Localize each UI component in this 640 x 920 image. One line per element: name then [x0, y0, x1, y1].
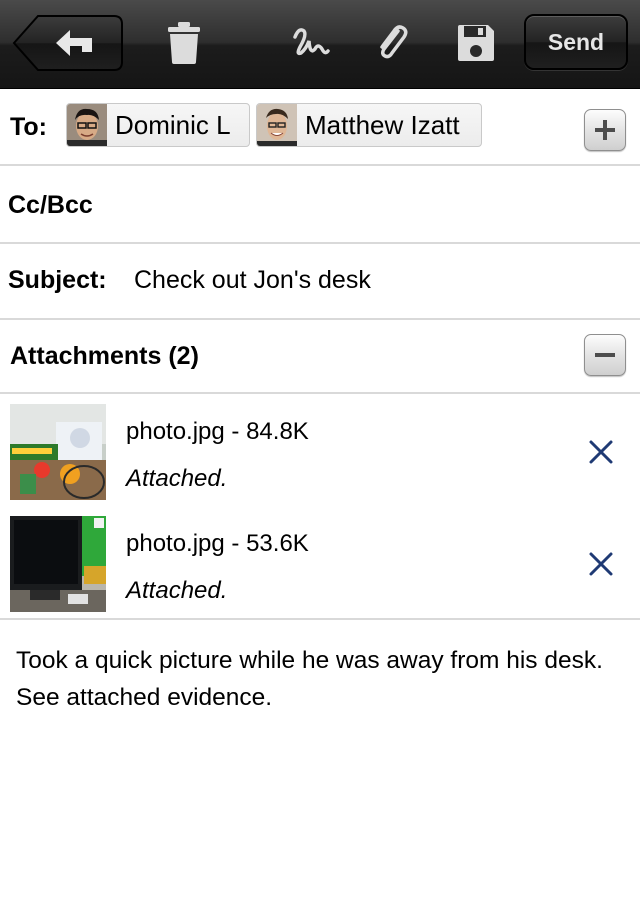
attachments-label: Attachments (2) [10, 342, 199, 370]
attachment-filename: photo.jpg - 84.8K [126, 418, 309, 445]
compose-toolbar: Send [0, 0, 640, 89]
add-recipient-button[interactable] [584, 109, 626, 151]
cc-bcc-label: Cc/Bcc [8, 191, 93, 219]
attachment-thumbnail[interactable] [10, 516, 106, 612]
to-row: To: Dominic L Matthew Izatt [0, 89, 640, 166]
avatar [67, 104, 107, 146]
save-draft-button[interactable] [454, 20, 498, 66]
attachments-header: Attachments (2) [0, 320, 640, 394]
attachment-status: Attached. [126, 465, 228, 492]
attachment-item: photo.jpg - 53.6K Attached. [0, 506, 640, 618]
subject-field[interactable]: Check out Jon's desk [134, 266, 371, 295]
collapse-attachments-button[interactable] [584, 334, 626, 376]
delete-button[interactable] [162, 20, 206, 66]
recipient-chip[interactable]: Dominic L [66, 103, 250, 147]
recipient-name: Matthew Izatt [305, 109, 460, 140]
minus-icon [595, 353, 615, 357]
close-x-icon [589, 440, 613, 464]
attachment-thumbnail[interactable] [10, 404, 106, 500]
remove-attachment-button[interactable] [588, 439, 614, 465]
reply-arrow-icon [12, 15, 123, 71]
avatar [257, 104, 297, 146]
attachment-list: photo.jpg - 84.8K Attached. photo.jpg - … [0, 394, 640, 620]
remove-attachment-button[interactable] [588, 551, 614, 577]
paperclip-icon [380, 25, 408, 59]
signature-button[interactable] [288, 20, 332, 66]
attachment-filename: photo.jpg - 53.6K [126, 530, 309, 557]
back-button[interactable] [12, 14, 124, 72]
trash-icon [168, 22, 200, 64]
send-button[interactable]: Send [524, 14, 628, 70]
photo-thumbnail [10, 516, 106, 612]
recipient-chip[interactable]: Matthew Izatt [256, 103, 482, 147]
message-body[interactable]: Took a quick picture while he was away f… [16, 642, 631, 716]
recipient-name: Dominic L [115, 109, 231, 140]
photo-thumbnail [10, 404, 106, 500]
close-x-icon [589, 552, 613, 576]
floppy-disk-icon [458, 25, 494, 61]
to-label: To: [10, 113, 48, 141]
cc-bcc-row[interactable]: Cc/Bcc [0, 166, 640, 244]
plus-icon [595, 120, 615, 140]
signature-squiggle-icon [293, 28, 330, 56]
subject-row[interactable]: Subject: Check out Jon's desk [0, 244, 640, 320]
attachment-status: Attached. [126, 577, 228, 604]
subject-label: Subject: [8, 266, 107, 294]
attachment-item: photo.jpg - 84.8K Attached. [0, 394, 640, 506]
attach-button[interactable] [370, 20, 414, 66]
